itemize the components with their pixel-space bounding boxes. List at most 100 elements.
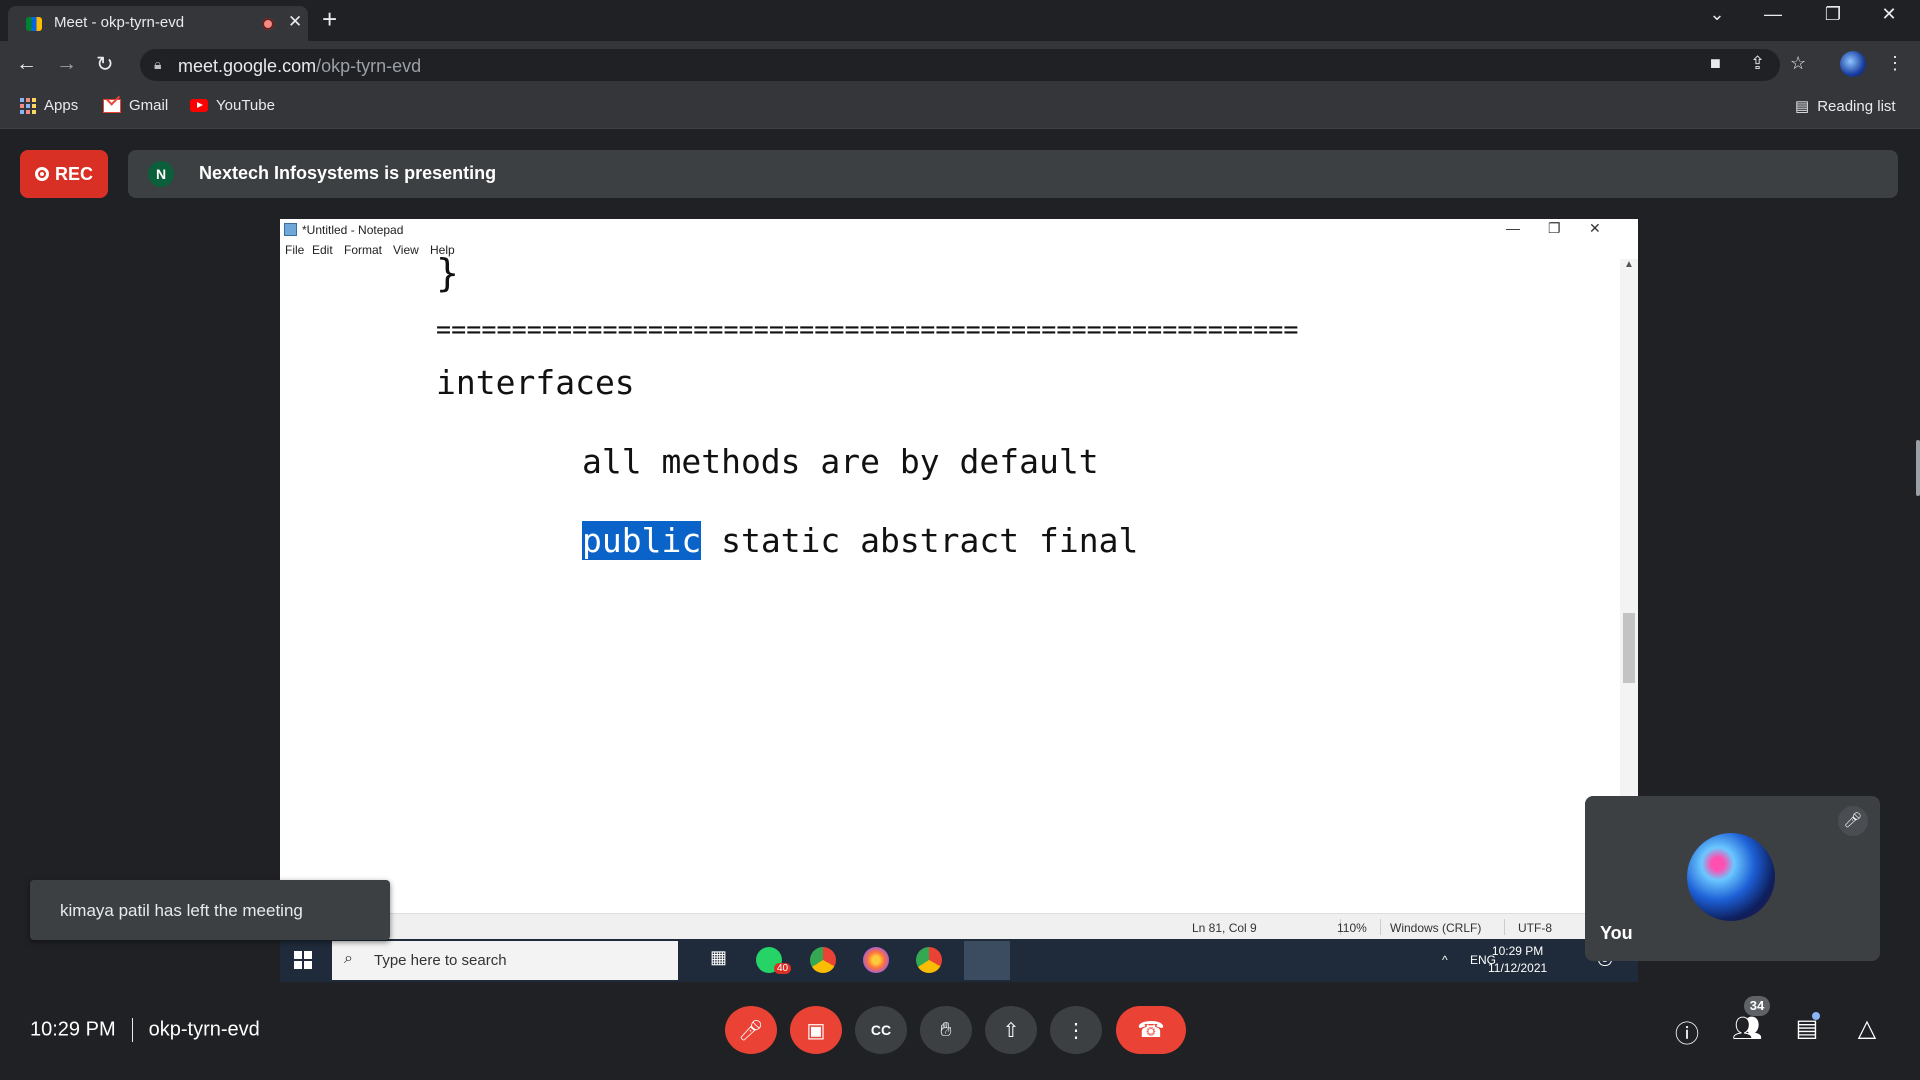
url-path: /okp-tyrn-evd (316, 56, 422, 76)
captions-button[interactable]: CC (855, 1006, 907, 1054)
gmail-icon (103, 98, 121, 113)
meeting-time: 10:29 PM (30, 1018, 116, 1041)
status-divider (1504, 919, 1505, 935)
more-vert-icon: ⋮ (1066, 1019, 1086, 1042)
toast-text: kimaya patil has left the meeting (60, 901, 303, 920)
windows-search-box: ⌕ Type here to search (332, 941, 678, 980)
status-line-ending: Windows (CRLF) (1390, 921, 1482, 935)
meeting-details-button[interactable]: ⓘ (1670, 1014, 1704, 1049)
presenting-banner: N Nextech Infosystems is presenting (128, 150, 1898, 198)
text-line-2: static abstract final (701, 521, 1139, 560)
raise-hand-button[interactable]: ✋︎ (920, 1006, 972, 1054)
chrome-icon (916, 947, 942, 973)
share-icon[interactable]: ⇪ (1750, 53, 1765, 74)
participant-left-toast: kimaya patil has left the meeting (30, 880, 390, 940)
rec-label: REC (54, 163, 93, 184)
closing-brace: } (436, 251, 459, 295)
recording-badge[interactable]: REC (20, 150, 108, 198)
hand-icon: ✋︎ (940, 1018, 952, 1041)
present-now-button[interactable]: ⇧ (985, 1006, 1037, 1054)
lock-icon: 🔒︎ (154, 56, 162, 72)
side-panel-handle[interactable] (1916, 440, 1920, 496)
restore-button[interactable]: ❐ (1813, 4, 1853, 25)
notepad-menu-file: File (285, 243, 305, 257)
meeting-info: 10:29 PM okp-tyrn-evd (30, 1018, 260, 1042)
leave-call-button[interactable]: ☎︎ (1116, 1006, 1186, 1054)
notepad-menu-format: Format (344, 243, 383, 257)
status-encoding: UTF-8 (1518, 921, 1552, 935)
people-button[interactable]: 👥︎ (1730, 1014, 1764, 1043)
scroll-thumb (1623, 613, 1635, 683)
more-options-button[interactable]: ⋮ (1050, 1006, 1102, 1054)
youtube-icon (190, 99, 208, 112)
notepad-titlebar: *Untitled - Notepad — ❐ ✕ (280, 219, 1638, 241)
presenter-avatar: N (148, 161, 174, 187)
camera-off-button[interactable]: ▣ (790, 1006, 842, 1054)
new-tab-button[interactable]: + (322, 4, 337, 35)
self-avatar (1687, 833, 1775, 921)
forward-button[interactable]: → (56, 52, 77, 76)
selected-word: public (582, 521, 702, 560)
apps-grid-icon (20, 97, 36, 114)
bookmark-youtube[interactable]: YouTube (190, 97, 275, 114)
notepad-close-icon: ✕ (1589, 220, 1601, 236)
text-line-1: all methods are by default (582, 442, 1099, 481)
status-position: Ln 81, Col 9 (1192, 921, 1257, 935)
hang-up-icon: ☎︎ (1137, 1017, 1165, 1042)
mic-off-icon: 🎤︎ (738, 1019, 764, 1042)
self-video-tile[interactable]: 🎤︎ You (1585, 796, 1880, 961)
chat-unread-dot (1812, 1012, 1820, 1020)
firefox-icon (863, 947, 889, 973)
menu-kebab-icon[interactable]: ⋮ (1886, 53, 1904, 74)
windows-clock: 10:29 PM 11/12/2021 (1488, 943, 1547, 977)
windows-taskbar: ⌕ Type here to search ▦ 40 ^ ENG 10:29 P… (280, 939, 1638, 982)
meet-favicon-icon (26, 17, 42, 31)
windows-clock-date: 11/12/2021 (1488, 961, 1548, 975)
close-window-button[interactable]: ✕ (1869, 4, 1909, 25)
windows-clock-time: 10:29 PM (1491, 944, 1544, 958)
activities-icon: △ (1857, 1015, 1877, 1042)
tray-chevron-icon: ^ (1442, 953, 1448, 967)
tab-strip: Meet - okp-tyrn-evd ✕ + ⌄ — ❐ ✕ (0, 0, 1920, 41)
windows-start-icon (294, 951, 312, 969)
notepad-restore-icon: ❐ (1548, 220, 1561, 236)
microphone-off-button[interactable]: 🎤︎ (725, 1006, 777, 1054)
reading-list-label: Reading list (1817, 97, 1896, 115)
camera-in-use-icon[interactable]: ■ (1710, 53, 1721, 74)
bookmark-gmail[interactable]: Gmail (103, 97, 168, 114)
notepad-title: *Untitled - Notepad (302, 223, 404, 237)
notepad-menu-edit: Edit (312, 243, 333, 257)
bookmarks-bar: Apps Gmail YouTube ▤ Reading list (0, 88, 1920, 129)
status-zoom: 110% (1337, 921, 1367, 935)
mic-muted-icon: 🎤︎ (1838, 806, 1868, 836)
bookmark-star-icon[interactable]: ☆ (1790, 53, 1806, 74)
presented-screen: *Untitled - Notepad — ❐ ✕ File Edit Form… (280, 219, 1638, 982)
tab-search-button[interactable]: ⌄ (1697, 4, 1737, 25)
profile-avatar[interactable] (1840, 51, 1866, 77)
separator-line: ========================================… (436, 315, 1299, 344)
close-tab-icon[interactable]: ✕ (288, 12, 302, 32)
activities-button[interactable]: △ (1850, 1014, 1884, 1043)
back-button[interactable]: ← (16, 52, 37, 76)
captions-icon: CC (870, 1022, 892, 1038)
bookmark-apps[interactable]: Apps (20, 97, 78, 114)
notepad-menu-view: View (393, 243, 419, 257)
tab-title: Meet - okp-tyrn-evd (54, 14, 185, 31)
notepad-taskbar-icon (964, 941, 1010, 980)
info-icon: ⓘ (1675, 1021, 1699, 1048)
reading-list-icon: ▤ (1795, 98, 1810, 115)
windows-search-placeholder: Type here to search (374, 952, 507, 969)
participant-count-badge: 34 (1744, 996, 1770, 1016)
task-view-icon: ▦ (710, 947, 728, 967)
notepad-icon (284, 223, 297, 236)
notepad-text-area: } ======================================… (280, 251, 1620, 933)
bookmark-label: Apps (44, 97, 79, 114)
notepad-statusbar: Ln 81, Col 9 110% Windows (CRLF) UTF-8 (280, 913, 1638, 940)
reload-button[interactable]: ↻ (96, 52, 114, 77)
address-bar[interactable]: 🔒︎ meet.google.com/okp-tyrn-evd (140, 49, 1780, 81)
reading-list-button[interactable]: ▤ Reading list (1795, 97, 1896, 116)
self-name: You (1600, 923, 1633, 943)
browser-tab[interactable]: Meet - okp-tyrn-evd ✕ (8, 6, 308, 41)
scroll-up-icon: ▲ (1624, 259, 1634, 270)
minimize-button[interactable]: — (1753, 4, 1793, 25)
